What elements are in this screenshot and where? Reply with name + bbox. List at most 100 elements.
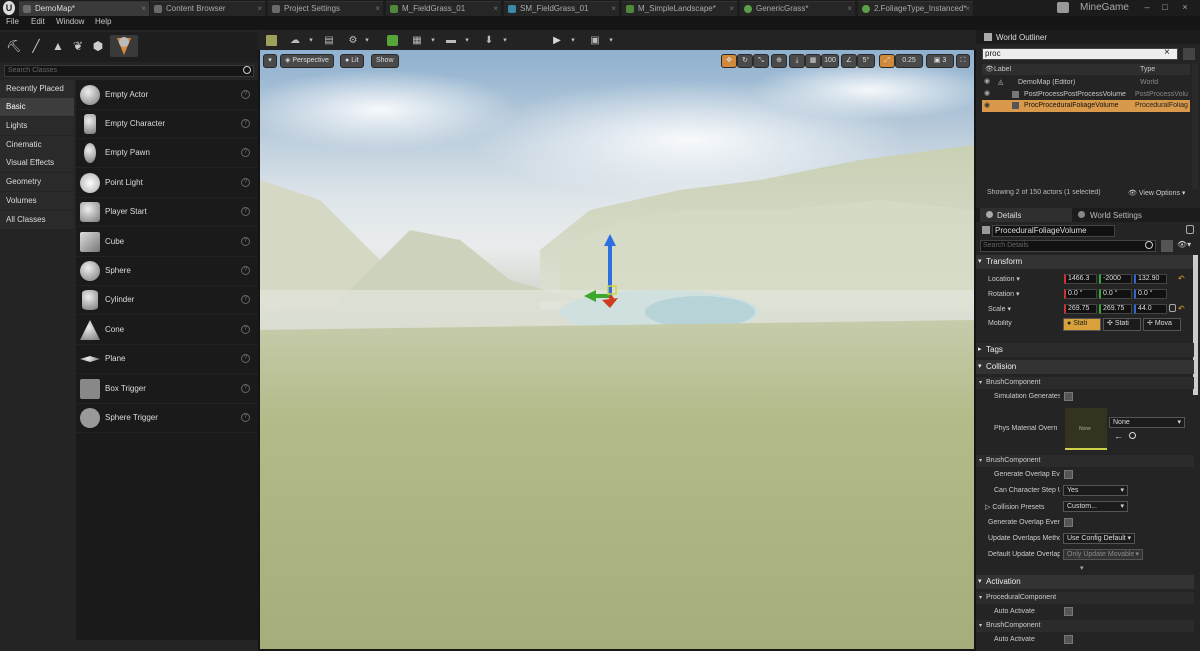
can-step-dropdown[interactable]: Yes ▾ [1063,485,1128,496]
phys-material-thumbnail[interactable]: None [1065,408,1107,450]
translate-tool-icon[interactable]: ✥ [721,54,737,68]
scale-y-field[interactable]: 269.75 [1099,304,1132,314]
gen-overlap-events-checkbox[interactable] [1064,518,1073,527]
close-icon[interactable]: × [141,2,146,16]
actor-name-field[interactable]: ProceduralFoliageVolume [992,225,1115,237]
help-icon[interactable]: ? [241,178,250,187]
brush-component-group-3[interactable]: ▾ BrushComponent [976,620,1194,632]
help-icon[interactable]: ? [241,413,250,422]
rotation-snap-value[interactable]: 5° [857,54,875,68]
category-all-classes[interactable]: All Classes [0,211,74,229]
close-icon[interactable]: × [611,2,616,16]
foliage-mode-icon[interactable]: ❦ [68,35,88,57]
rotation-row[interactable]: Rotation ▾ [988,290,1020,298]
collision-presets-label[interactable]: ▷ Collision Presets [985,503,1060,511]
help-icon[interactable]: ? [241,90,250,99]
tab-genericgrass[interactable]: GenericGrass* × [740,1,855,16]
rotation-x-field[interactable]: 0.0 ° [1064,289,1097,299]
surface-snap-icon[interactable]: ⤓ [789,54,805,68]
help-icon[interactable]: ? [241,148,250,157]
menu-window[interactable]: Window [56,17,84,26]
location-row[interactable]: Location ▾ [988,275,1020,283]
dropdown-arrow-icon[interactable]: ▾ [564,32,582,48]
grid-snap-icon[interactable]: ▦ [805,54,821,68]
search-details-input[interactable]: Search Details [980,240,1156,252]
help-icon[interactable]: ? [241,207,250,216]
menu-help[interactable]: Help [95,17,111,26]
type-column[interactable]: Type [1140,66,1155,73]
category-lights[interactable]: Lights [0,117,74,135]
reset-arrow-icon[interactable]: ↶ [1178,274,1185,283]
scale-x-field[interactable]: 269.75 [1064,304,1097,314]
gen-overlap-checkbox[interactable] [1064,470,1073,479]
scale-row[interactable]: Scale ▾ [988,305,1011,313]
maximize-button[interactable]: □ [1158,2,1172,14]
show-button[interactable]: Show [371,54,399,68]
sim-generates-checkbox[interactable] [1064,392,1073,401]
close-icon[interactable]: × [965,2,970,16]
category-visual-effects[interactable]: Visual Effects [0,154,74,172]
dropdown-arrow-icon[interactable]: ▾ [602,32,620,48]
phys-material-dropdown[interactable]: None ▾ [1109,417,1185,428]
outliner-row-postprocess[interactable]: ◉ PostProcessPostProcessVolume PostProce… [982,89,1190,100]
notification-icon[interactable] [1057,2,1069,13]
tab-m-simplelandscape[interactable]: M_SimpleLandscape* × [622,1,737,16]
section-transform[interactable]: ▾ Transform [976,255,1194,269]
tab-m-fieldgrass[interactable]: M_FieldGrass_01 × [386,1,501,16]
list-item-empty-pawn[interactable]: Empty Pawn? [76,139,258,168]
tab-sm-fieldgrass[interactable]: SM_FieldGrass_01 × [504,1,619,16]
lock-scale-icon[interactable] [1169,304,1176,312]
clear-search-icon[interactable]: × [1164,47,1170,58]
mobility-static-button[interactable]: ● Stati [1063,318,1101,331]
view-options-button[interactable]: 👁 View Options ▾ [1128,189,1185,197]
place-mode-icon[interactable]: ⛏ [4,35,24,57]
location-y-field[interactable]: -2000 [1099,274,1132,284]
category-cinematic[interactable]: Cinematic [0,136,74,154]
tab-demomap[interactable]: DemoMap* × [19,1,149,16]
close-icon[interactable]: × [847,2,852,16]
help-icon[interactable]: ? [241,119,250,128]
rotate-tool-icon[interactable]: ↻ [737,54,753,68]
close-icon[interactable]: × [375,2,380,16]
dropdown-arrow-icon[interactable]: ▾ [358,32,376,48]
world-local-icon[interactable]: ⊕ [771,54,787,68]
close-icon[interactable]: × [493,2,498,16]
brush-component-group[interactable]: ▾ BrushComponent [976,377,1194,389]
help-icon[interactable]: ? [241,325,250,334]
list-item-cone[interactable]: Cone? [76,316,258,345]
camera-speed-button[interactable]: ▣ 3 [926,54,954,68]
dropdown-arrow-icon[interactable]: ▾ [496,32,514,48]
procedural-component-group[interactable]: ▾ ProceduralComponent [976,592,1194,604]
brush-component-group-2[interactable]: ▾ BrushComponent [976,455,1194,467]
collision-presets-dropdown[interactable]: Custom... ▾ [1063,501,1128,512]
update-overlaps-dropdown[interactable]: Use Config Default ▾ [1063,533,1135,544]
list-item-sphere[interactable]: Sphere? [76,257,258,286]
list-item-cube[interactable]: Cube? [76,228,258,257]
location-x-field[interactable]: 1466.3 [1064,274,1097,284]
eye-icon[interactable]: ◉ [984,77,990,85]
tab-world-settings[interactable]: World Settings [1074,208,1174,222]
category-geometry[interactable]: Geometry [0,173,74,191]
list-item-box-trigger[interactable]: Box Trigger? [76,375,258,404]
lit-button[interactable]: ● Lit [340,54,364,68]
menu-edit[interactable]: Edit [31,17,45,26]
tab-details[interactable]: Details [980,208,1072,222]
dropdown-arrow-icon[interactable]: ▾ [458,32,476,48]
outliner-row-procedural-foliage[interactable]: ◉ ProcProceduralFoliageVolume Procedural… [982,100,1190,112]
help-icon[interactable]: ? [241,266,250,275]
lock-icon[interactable] [1186,225,1194,234]
content-icon[interactable]: ▤ [320,32,338,48]
marketplace-icon[interactable] [383,32,401,48]
list-item-point-light[interactable]: Point Light? [76,169,258,198]
maximize-viewport-icon[interactable]: ⛶ [956,54,970,68]
label-column[interactable]: Label [994,66,1011,73]
tab-content-browser[interactable]: Content Browser × [150,1,265,16]
tab-project-settings[interactable]: Project Settings × [268,1,383,16]
help-icon[interactable]: ? [241,354,250,363]
search-classes-input[interactable]: Search Classes [4,65,254,77]
default-update-dropdown[interactable]: Only Update Movable ▾ [1063,549,1143,560]
help-icon[interactable]: ? [241,295,250,304]
outliner-search-input[interactable]: proc [982,48,1178,60]
section-tags[interactable]: ▸ Tags [976,343,1194,357]
outliner-scrollbar[interactable] [1192,64,1198,189]
